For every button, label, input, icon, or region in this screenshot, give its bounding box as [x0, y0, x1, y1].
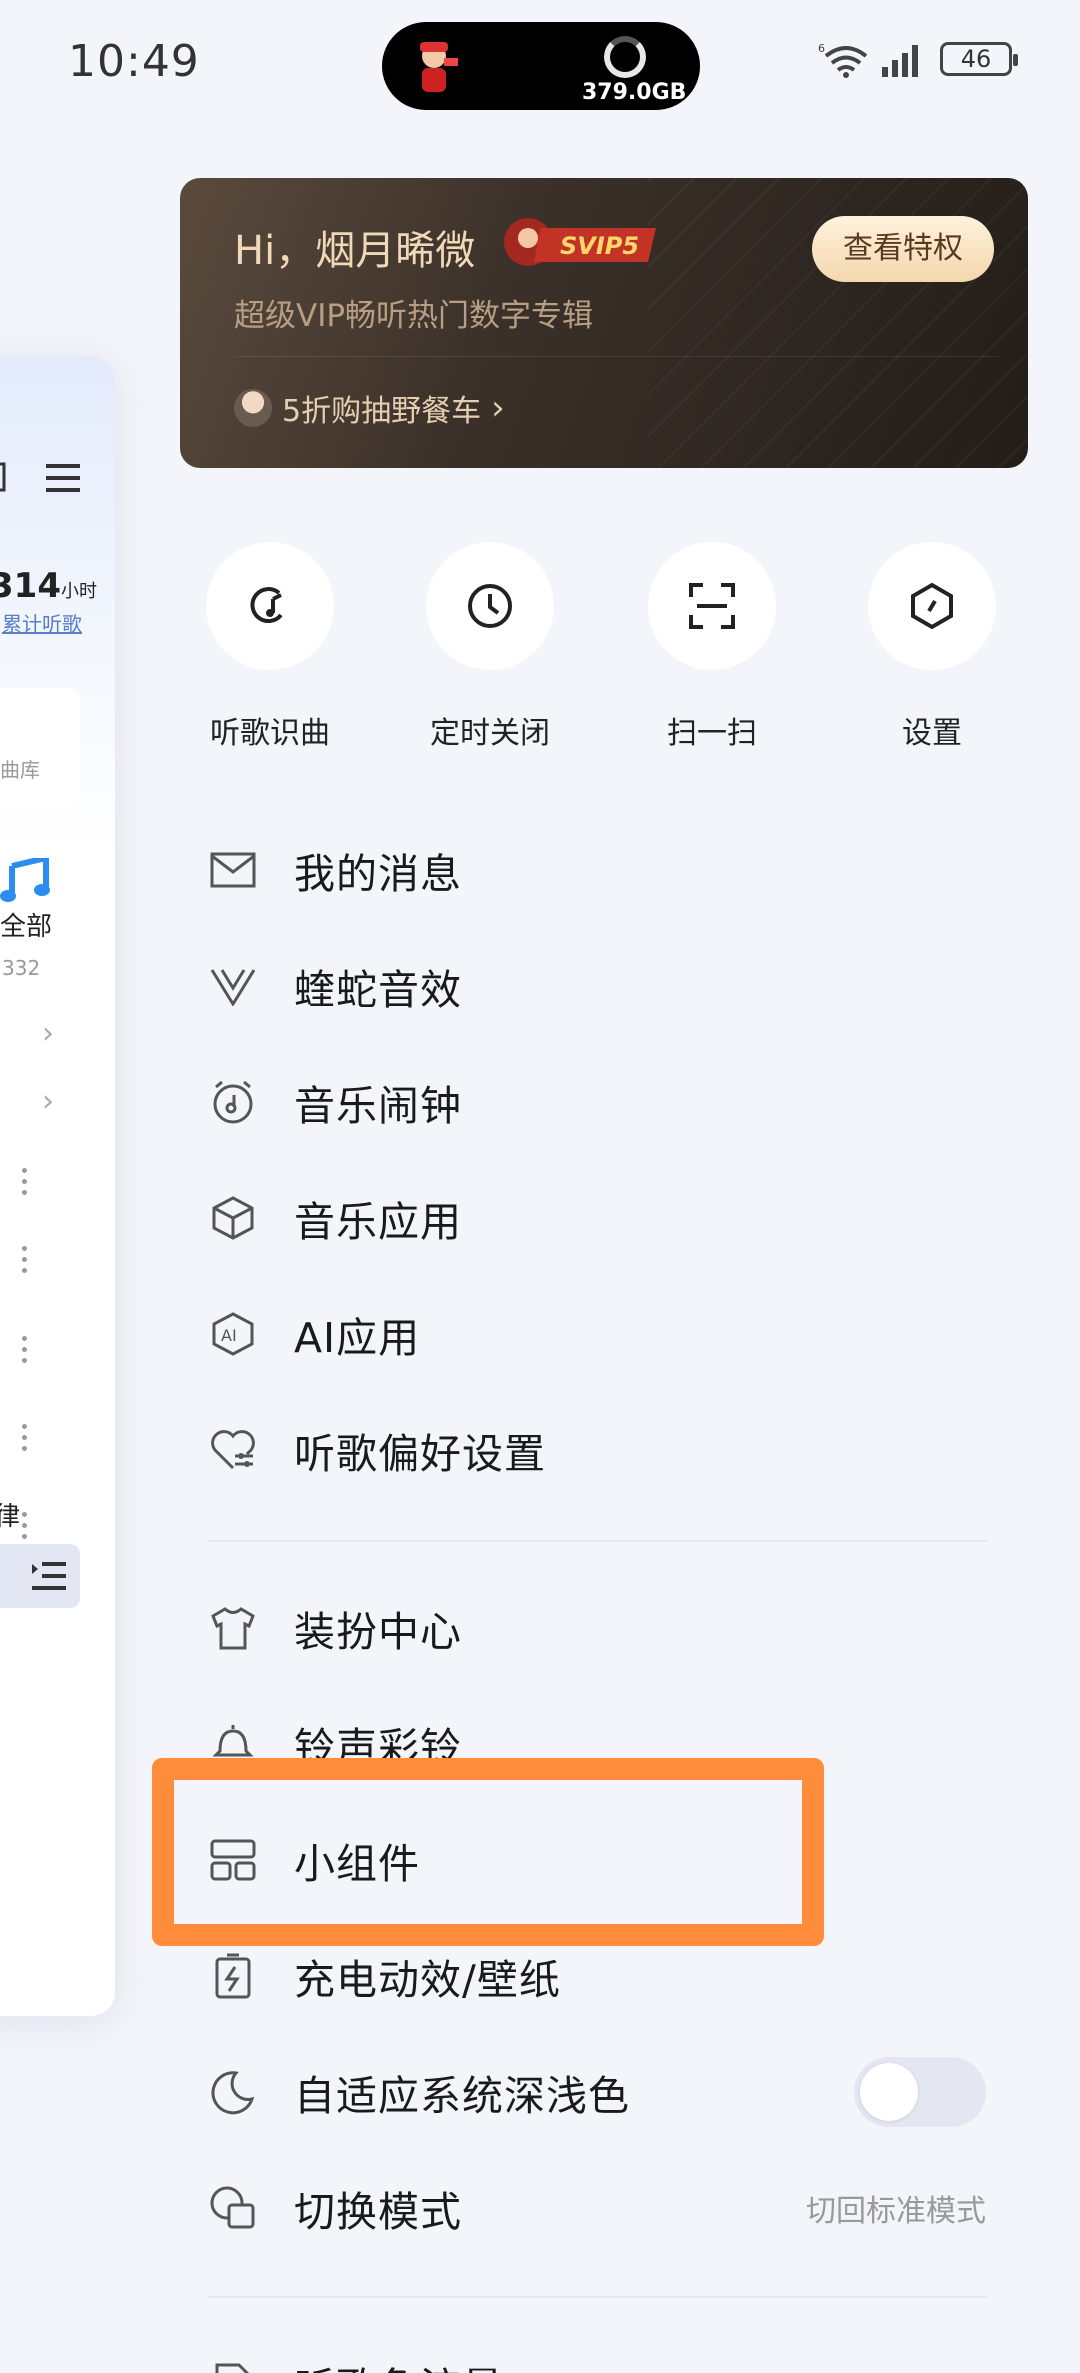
menu-list-icon[interactable]: [46, 464, 80, 492]
view-privileges-button[interactable]: 查看特权: [812, 216, 994, 282]
svip-badge-text: SVIP5: [560, 232, 639, 260]
menu-item-switch-mode[interactable]: 切换模式 切回标准模式: [180, 2158, 1028, 2258]
viper-sound-icon: [210, 969, 256, 1006]
partial-icon: [0, 462, 6, 492]
charging-icon: [215, 1953, 251, 1999]
status-icons: 6 46: [818, 40, 1018, 78]
more-icon[interactable]: [22, 1168, 28, 1196]
storage-text: 379.0GB: [582, 80, 687, 105]
quick-action-scan[interactable]: 扫一扫: [622, 542, 802, 752]
quick-action-timer[interactable]: 定时关闭: [400, 542, 580, 752]
menu-label: 自适应系统深浅色: [294, 2072, 630, 2120]
shirt-icon: [211, 1607, 255, 1650]
clock-icon: [468, 584, 512, 628]
menu-item-widgets[interactable]: 小组件: [180, 1810, 1028, 1910]
menu-item-messages[interactable]: 我的消息: [180, 820, 1028, 920]
menu-label: 音乐应用: [294, 1198, 462, 1246]
menu-divider: [208, 2296, 988, 2298]
lyric-char: 律: [0, 1502, 21, 1532]
menu-item-dressup-center[interactable]: 装扮中心: [180, 1578, 1028, 1678]
heart-settings-icon: [211, 1430, 255, 1470]
all-count: 332: [2, 956, 41, 980]
vip-divider: [234, 356, 998, 357]
vip-promo-text: 5折购抽野餐车: [282, 394, 482, 429]
app-avatar-icon: [420, 42, 458, 92]
menu-item-charging-wallpaper[interactable]: 充电动效/壁纸: [180, 1926, 1028, 2026]
music-recognition-icon: [250, 587, 283, 624]
quick-actions: 听歌识曲 定时关闭 扫一扫 设置: [180, 542, 1028, 762]
alarm-icon: [213, 1080, 253, 1124]
quick-action-label: 听歌识曲: [210, 716, 330, 751]
more-icon[interactable]: [22, 1246, 28, 1274]
chevron-right-icon[interactable]: ›: [42, 1016, 54, 1051]
dynamic-island[interactable]: 379.0GB: [382, 22, 700, 110]
quick-action-music-recognition[interactable]: 听歌识曲: [180, 542, 360, 752]
svip-badge-icon: SVIP5: [504, 218, 656, 266]
svg-text:6: 6: [818, 42, 825, 55]
music-note-icon: [0, 858, 50, 902]
menu-divider: [208, 1540, 988, 1542]
status-time: 10:49: [68, 36, 200, 87]
menu-item-adaptive-dark-mode[interactable]: 自适应系统深浅色: [180, 2042, 1028, 2142]
menu-item-ai-apps[interactable]: AI AI应用: [180, 1284, 1028, 1384]
status-bar: 10:49 379.0GB 6 46: [0, 0, 1080, 125]
quick-action-label: 扫一扫: [667, 716, 757, 751]
menu-item-data-free[interactable]: 听歌免流量: [180, 2334, 1028, 2373]
listen-hours: 314小时: [0, 566, 97, 606]
chevron-right-icon: ›: [491, 388, 505, 428]
menu-item-listening-preferences[interactable]: 听歌偏好设置: [180, 1400, 1028, 1500]
data-free-icon: [215, 2363, 250, 2373]
mail-icon: [210, 852, 256, 888]
playlist-icon: [32, 1562, 66, 1590]
menu-label: 蝰蛇音效: [294, 966, 462, 1014]
svg-text:AI: AI: [221, 1326, 237, 1345]
storage-progress-icon: [604, 36, 646, 78]
menu-label: 切换模式: [294, 2188, 462, 2236]
menu-item-music-apps[interactable]: 音乐应用: [180, 1168, 1028, 1268]
all-label[interactable]: 全部: [0, 906, 52, 943]
chevron-right-icon[interactable]: ›: [42, 1084, 54, 1119]
moon-icon: [211, 2071, 255, 2115]
menu-label: 听歌偏好设置: [294, 1430, 546, 1478]
menu-label: 听歌免流量: [294, 2354, 504, 2373]
more-icon[interactable]: [22, 1424, 28, 1452]
wifi-icon: 6: [818, 42, 868, 78]
toggle-knob: [860, 2063, 918, 2121]
cube-icon: [212, 1196, 254, 1240]
quick-action-label: 设置: [902, 716, 962, 751]
scan-icon: [689, 583, 735, 629]
menu-label: 音乐闹钟: [294, 1082, 462, 1130]
widget-icon: [210, 1839, 256, 1881]
background-page-panel: 314小时 累计听歌 曲库 全部 332 › › … 律: [0, 356, 115, 2016]
vip-card[interactable]: Hi，烟月晞微 SVIP5 超级VIP畅听热门数字专辑 5折购抽野餐车 › 查看…: [180, 178, 1028, 468]
library-label: 曲库: [0, 758, 40, 782]
menu-label: 我的消息: [294, 850, 462, 898]
menu-label: 充电动效/壁纸: [294, 1956, 561, 2004]
quick-action-settings[interactable]: 设置: [842, 542, 1022, 752]
battery-icon: 46: [940, 42, 1018, 76]
vip-subtitle: 超级VIP畅听热门数字专辑: [234, 298, 594, 334]
vip-promo-link[interactable]: 5折购抽野餐车 ›: [234, 386, 505, 430]
ai-icon: AI: [212, 1312, 254, 1356]
menu-item-viper-sound[interactable]: 蝰蛇音效: [180, 936, 1028, 1036]
playlist-button[interactable]: [0, 1544, 80, 1608]
vip-greeting: Hi，烟月晞微: [234, 228, 476, 274]
switch-mode-icon: [210, 2186, 255, 2229]
more-icon[interactable]: [22, 1336, 28, 1364]
settings-icon: [911, 582, 953, 630]
more-icon[interactable]: [22, 1512, 28, 1540]
menu-label: 装扮中心: [294, 1608, 462, 1656]
promo-avatar: [234, 389, 272, 427]
adaptive-dark-mode-toggle[interactable]: [854, 2057, 986, 2127]
menu-label: 小组件: [294, 1840, 420, 1888]
listen-total-link[interactable]: 累计听歌: [2, 608, 82, 637]
signal-icon: [882, 45, 918, 77]
library-card[interactable]: [0, 688, 80, 808]
quick-action-label: 定时关闭: [430, 716, 550, 751]
menu-label: AI应用: [294, 1314, 421, 1362]
menu-item-alarm[interactable]: 音乐闹钟: [180, 1052, 1028, 1152]
switch-standard-mode-link[interactable]: 切回标准模式: [806, 2186, 986, 2230]
